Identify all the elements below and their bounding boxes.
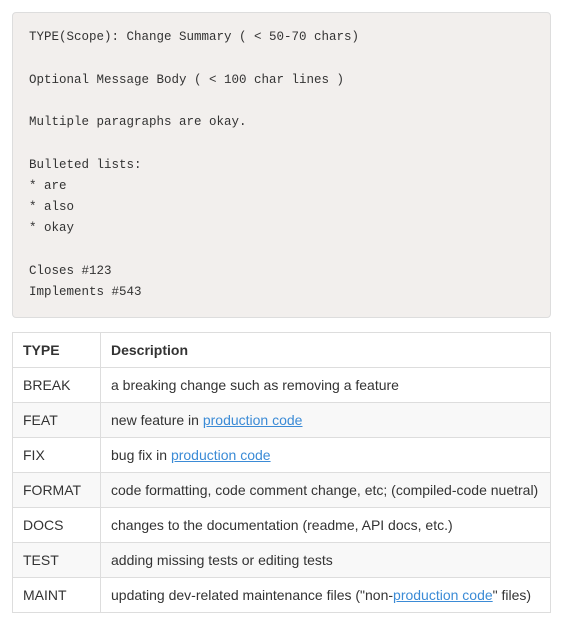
table-header-row: TYPE Description: [13, 333, 551, 368]
description-cell: code formatting, code comment change, et…: [101, 473, 551, 508]
desc-text: bug fix in: [111, 447, 171, 463]
desc-text: code formatting, code comment change, et…: [111, 482, 538, 498]
code-line: Multiple paragraphs are okay.: [29, 115, 247, 129]
table-row: DOCS changes to the documentation (readm…: [13, 508, 551, 543]
description-cell: new feature in production code: [101, 403, 551, 438]
desc-text: " files): [493, 587, 531, 603]
description-cell: bug fix in production code: [101, 438, 551, 473]
table-row: FORMAT code formatting, code comment cha…: [13, 473, 551, 508]
table-row: TEST adding missing tests or editing tes…: [13, 543, 551, 578]
desc-text: new feature in: [111, 412, 203, 428]
types-table: TYPE Description BREAK a breaking change…: [12, 332, 551, 613]
description-cell: a breaking change such as removing a fea…: [101, 368, 551, 403]
code-line: Implements #543: [29, 285, 142, 299]
table-row: BREAK a breaking change such as removing…: [13, 368, 551, 403]
table-row: MAINT updating dev-related maintenance f…: [13, 578, 551, 613]
type-cell: TEST: [13, 543, 101, 578]
description-cell: adding missing tests or editing tests: [101, 543, 551, 578]
desc-text: changes to the documentation (readme, AP…: [111, 517, 453, 533]
table-row: FIX bug fix in production code: [13, 438, 551, 473]
description-cell: updating dev-related maintenance files (…: [101, 578, 551, 613]
code-line: * also: [29, 200, 74, 214]
production-code-link[interactable]: production code: [203, 412, 303, 429]
col-header-type: TYPE: [13, 333, 101, 368]
code-line: Optional Message Body ( < 100 char lines…: [29, 73, 344, 87]
code-line: * okay: [29, 221, 74, 235]
type-cell: FEAT: [13, 403, 101, 438]
commit-format-codeblock: TYPE(Scope): Change Summary ( < 50-70 ch…: [12, 12, 551, 318]
desc-text: a breaking change such as removing a fea…: [111, 377, 399, 393]
desc-text: adding missing tests or editing tests: [111, 552, 333, 568]
production-code-link[interactable]: production code: [171, 447, 271, 464]
code-line: Bulleted lists:: [29, 158, 142, 172]
table-row: FEAT new feature in production code: [13, 403, 551, 438]
production-code-link[interactable]: production code: [393, 587, 493, 604]
type-cell: FORMAT: [13, 473, 101, 508]
col-header-description: Description: [101, 333, 551, 368]
description-cell: changes to the documentation (readme, AP…: [101, 508, 551, 543]
desc-text: updating dev-related maintenance files (…: [111, 587, 393, 603]
type-cell: BREAK: [13, 368, 101, 403]
code-line: Closes #123: [29, 264, 112, 278]
code-line: * are: [29, 179, 67, 193]
type-cell: MAINT: [13, 578, 101, 613]
code-line: TYPE(Scope): Change Summary ( < 50-70 ch…: [29, 30, 359, 44]
type-cell: DOCS: [13, 508, 101, 543]
type-cell: FIX: [13, 438, 101, 473]
